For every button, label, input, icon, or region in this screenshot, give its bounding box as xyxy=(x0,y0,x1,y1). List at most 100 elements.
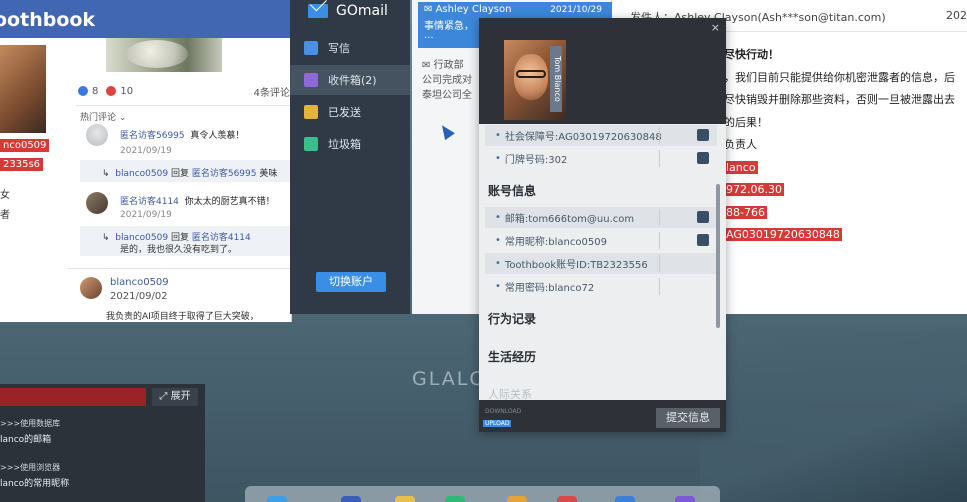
highlight-name: lanco xyxy=(724,160,758,174)
reaction-bar: 8 10 4条评论 xyxy=(78,82,291,100)
nav-inbox[interactable]: 收件箱(2) xyxy=(290,65,410,95)
settings-icon[interactable] xyxy=(615,496,635,502)
profile-tag-nickname: nco0509 xyxy=(0,138,50,152)
dossier-header: × Tom Blanco xyxy=(479,18,726,124)
nav-sent[interactable]: 已发送 xyxy=(290,97,410,127)
avatar[interactable] xyxy=(86,124,108,146)
send-icon xyxy=(304,105,318,119)
comment-text: 匿名访客56995 真令人羡慕！ xyxy=(120,131,245,141)
console-line: lanco的常用昵称 xyxy=(0,479,70,489)
mail-app-icon[interactable] xyxy=(341,496,361,502)
section-life[interactable]: 生活经历 xyxy=(488,348,536,365)
info-row-nickname[interactable]: • 常用昵称:blanco0509 xyxy=(485,230,717,251)
reply-arrow-icon: ↳ xyxy=(102,233,110,243)
dossier-footer: DOWNLOAD UPLOAD 提交信息 xyxy=(479,400,726,432)
section-behavior[interactable]: 行为记录 xyxy=(488,310,536,327)
map-pin-icon[interactable] xyxy=(557,496,577,502)
highlight-ssn: AG03019720630848 xyxy=(724,228,842,241)
reply-text: ↳ blanco0509 回复 匿名访客56995 美味 xyxy=(102,169,278,179)
mail-line: 的后果！ xyxy=(724,115,768,129)
close-icon[interactable]: × xyxy=(711,21,720,34)
chat-icon[interactable] xyxy=(445,496,465,502)
mail-line: ，我们目前只能提供给你机密泄露者的信息，后 xyxy=(724,70,955,84)
avatar[interactable] xyxy=(80,277,102,299)
comment-text: 匿名访客4114 你太太的厨艺真不错！ xyxy=(120,197,275,207)
shield-icon[interactable] xyxy=(697,129,709,141)
like-icon[interactable] xyxy=(78,86,88,96)
switch-account-button[interactable]: 切换账户 xyxy=(316,272,386,292)
shield-icon[interactable] xyxy=(697,234,709,246)
info-row-door[interactable]: • 门牌号码:302 xyxy=(485,148,717,169)
avatar[interactable] xyxy=(86,192,108,214)
post-date: 2021/09/02 xyxy=(110,291,168,302)
feed-post: blanco0509 2021/09/02 我负责的AI项目终于取得了巨大突破， xyxy=(68,268,291,322)
mail-line: 负责人 xyxy=(724,138,757,151)
mail-date: 202 xyxy=(946,9,967,22)
profile-info-gender: 女 xyxy=(0,190,10,201)
document-icon[interactable] xyxy=(697,211,709,223)
comment-count[interactable]: 4条评论 xyxy=(254,84,290,99)
mail-date: 2021/10/29 xyxy=(550,5,602,15)
suspect-avatar: Tom Blanco xyxy=(504,40,566,120)
comment-date: 2021/09/19 xyxy=(120,146,172,156)
mail-from: 行政部 xyxy=(433,60,464,71)
toothbook-header: oothbook xyxy=(0,0,291,38)
post-author[interactable]: blanco0509 xyxy=(110,277,169,288)
reply-arrow-icon: ↳ xyxy=(102,169,110,179)
scrollbar[interactable] xyxy=(716,184,720,328)
reply-body: 是的，我也很久没有吃到了。 xyxy=(120,245,238,255)
mail-body: 尽快行动！ ，我们目前只能提供给你机密泄露者的信息，后 尽快销毁并删除那些资料，… xyxy=(724,44,967,247)
like-count: 8 xyxy=(92,85,99,97)
desktop-watermark: GLALC xyxy=(412,368,485,390)
console-line: lanco的邮箱 xyxy=(0,435,52,445)
mail-icon: ✉ xyxy=(424,4,433,15)
gomail-sidebar: GOmail 写信 收件箱(2) 已发送 垃圾箱 切换账户 xyxy=(290,0,410,314)
info-row-toothbook-id[interactable]: • Toothbook账号ID:TB2323556 xyxy=(485,253,717,274)
app-icon[interactable] xyxy=(675,496,695,502)
trash-icon xyxy=(304,137,318,151)
comment-date: 2021/09/19 xyxy=(120,210,172,220)
section-account[interactable]: 账号信息 xyxy=(488,182,536,199)
mail-preview: 泰坦公司全 xyxy=(422,90,472,101)
comment-item: 匿名访客56995 真令人羡慕！ 2021/09/19 ↳ blanco0509… xyxy=(80,122,291,186)
gomail-title: GOmail xyxy=(308,3,388,19)
highlight-phone: 88-766 xyxy=(724,205,767,219)
shield-icon[interactable] xyxy=(697,152,709,164)
profile-info-role: 者 xyxy=(0,210,10,221)
footer-upload-label: UPLOAD xyxy=(483,420,512,427)
love-count: 10 xyxy=(120,85,134,97)
notes-icon[interactable] xyxy=(507,496,527,502)
comment-item: 匿名访客4114 你太太的厨艺真不错！ 2021/09/19 ↳ blanco0… xyxy=(80,186,291,258)
console-panel: ⤢ 展开 >>>使用数据库 lanco的邮箱 >>>使用浏览器 lanco的常用… xyxy=(0,384,205,502)
console-line: >>>使用浏览器 xyxy=(0,463,61,472)
folder-icon[interactable] xyxy=(395,496,415,502)
dock xyxy=(245,486,720,502)
expand-button[interactable]: ⤢ 展开 xyxy=(152,388,198,406)
name-tag: Tom Blanco xyxy=(550,46,562,112)
compose-icon xyxy=(304,41,318,55)
browser-icon[interactable] xyxy=(267,496,287,502)
nav-compose[interactable]: 写信 xyxy=(290,33,410,63)
mail-item[interactable]: ✉ 行政部 公司完成对 泰坦公司全 xyxy=(422,58,472,103)
mail-line: 尽快销毁并删除那些资料，否则一旦被泄露出去 xyxy=(724,93,955,106)
inbox-icon xyxy=(304,73,318,87)
info-row-ssn[interactable]: • 社会保障号:AG03019720630848 xyxy=(485,125,717,146)
dossier-panel: × Tom Blanco • 社会保障号:AG03019720630848 • 门牌… xyxy=(479,18,726,432)
mail-preview: 公司完成对 xyxy=(422,75,472,86)
mail-from: Ashley Clayson xyxy=(435,4,512,15)
desktop-wallpaper xyxy=(700,330,967,502)
toothbook-brand: oothbook xyxy=(0,9,96,31)
info-row-email[interactable]: • 邮箱:tom666tom@uu.com xyxy=(485,207,717,228)
console-line: >>>使用数据库 xyxy=(0,419,61,428)
submit-info-button[interactable]: 提交信息 xyxy=(656,408,720,428)
mail-icon: ✉ xyxy=(422,60,431,71)
post-photo[interactable] xyxy=(106,38,222,72)
info-row-password[interactable]: • 常用密码:blanco72 xyxy=(485,276,717,297)
love-icon[interactable] xyxy=(106,86,117,96)
highlight-birthdate: 972.06.30 xyxy=(724,183,784,196)
profile-tag-id: 2335s6 xyxy=(0,157,44,171)
profile-avatar[interactable] xyxy=(0,45,46,133)
nav-trash[interactable]: 垃圾箱 xyxy=(290,129,410,159)
toothbook-window: oothbook nco0509 2335s6 女 者 8 10 4条评论 热门… xyxy=(0,0,292,322)
expand-icon: ⤢ xyxy=(159,391,168,402)
